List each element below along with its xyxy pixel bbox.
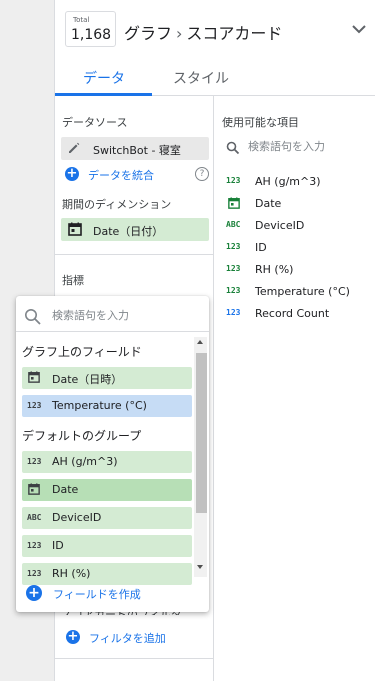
period-dimension-label: 期間のディメンション [62, 198, 172, 211]
dropdown-divider [16, 331, 209, 332]
available-field-name: RH (%) [255, 263, 294, 276]
plus-circle-icon: + [26, 585, 42, 601]
title-chart-type: スコアカード [186, 24, 283, 43]
number-type-icon: 123 [226, 242, 241, 251]
available-field-name: Date [255, 197, 282, 210]
available-field-item[interactable]: ABC DeviceID [226, 218, 375, 234]
chart-type-thumbnail[interactable]: Total 1,168 [65, 11, 116, 47]
scrollbar-thumb[interactable] [196, 353, 207, 513]
add-filter-label: フィルタを追加 [89, 632, 166, 645]
text-type-icon: ABC [27, 513, 42, 522]
tab-data[interactable]: データ [83, 68, 125, 88]
available-field-item[interactable]: 123 AH (g/m^3) [226, 174, 375, 190]
count-value: 1,168 [71, 27, 112, 43]
title-separator: › [176, 24, 183, 43]
blend-data-label: データを統合 [88, 169, 154, 182]
calendar-icon [228, 197, 240, 209]
dropdown-group-label: デフォルトのグループ [22, 429, 142, 443]
dropdown-field-item[interactable]: 123 RH (%) [22, 563, 192, 585]
tab-bar: データ スタイル [55, 60, 375, 96]
plus-circle-icon: + [66, 629, 80, 644]
dropdown-field-name: Date（日時） [52, 373, 123, 386]
create-field-button[interactable]: + フィールドを作成 [26, 584, 186, 604]
field-picker-search[interactable] [24, 308, 200, 326]
help-icon[interactable]: ? [195, 167, 209, 181]
section-divider [55, 254, 213, 255]
dropdown-group-label: グラフ上のフィールド [22, 345, 142, 359]
available-field-item[interactable]: Date [226, 196, 375, 212]
available-field-name: Temperature (°C) [255, 285, 350, 298]
section-divider [55, 658, 213, 659]
tab-style[interactable]: スタイル [173, 68, 229, 88]
dropdown-field-name: Date [52, 483, 79, 496]
dropdown-field-item[interactable]: Date（日時） [22, 367, 192, 389]
dropdown-field-item[interactable]: 123 AH (g/m^3) [22, 451, 192, 473]
available-field-name: DeviceID [255, 219, 305, 232]
pencil-icon[interactable] [67, 141, 81, 155]
number-type-icon: 123 [226, 176, 241, 185]
number-type-icon: 123 [27, 541, 42, 550]
dropdown-field-item[interactable]: 123 Temperature (°C) [22, 395, 192, 417]
panel-title: グラフ › スコアカード [124, 20, 282, 44]
metric-label: 指標 [62, 274, 84, 287]
available-field-item[interactable]: 123 Temperature (°C) [226, 284, 375, 300]
available-fields-search[interactable] [226, 140, 366, 156]
available-field-item[interactable]: 123 ID [226, 240, 375, 256]
available-field-item[interactable]: 123 Record Count [226, 306, 375, 322]
panel-header: Total 1,168 グラフ › スコアカード [55, 0, 375, 60]
datasource-name: SwitchBot - 寝室 [93, 144, 181, 157]
number-type-icon: 123 [226, 308, 241, 317]
text-type-icon: ABC [226, 220, 241, 229]
calendar-icon [28, 371, 40, 383]
datasource-label: データソース [62, 116, 128, 129]
available-field-name: AH (g/m^3) [255, 175, 321, 188]
search-icon [226, 141, 240, 155]
number-type-icon: 123 [226, 286, 241, 295]
number-type-icon: 123 [27, 569, 42, 578]
calendar-icon [28, 483, 40, 495]
available-field-name: Record Count [255, 307, 330, 320]
dropdown-field-name: AH (g/m^3) [52, 455, 118, 468]
number-type-icon: 123 [27, 457, 42, 466]
scroll-down-icon[interactable] [197, 565, 203, 569]
title-chart: グラフ [124, 24, 173, 43]
dropdown-field-name: RH (%) [52, 567, 91, 580]
dropdown-field-item[interactable]: ABC DeviceID [22, 507, 192, 529]
dropdown-field-name: Temperature (°C) [52, 399, 147, 412]
search-icon [25, 309, 41, 325]
number-type-icon: 123 [27, 401, 42, 410]
dropdown-field-item[interactable]: Date [22, 479, 192, 501]
add-filter-button[interactable]: + フィルタを追加 [66, 629, 186, 647]
create-field-label: フィールドを作成 [53, 588, 141, 601]
field-picker-dropdown: グラフ上のフィールド Date（日時） 123 Temperature (°C) デフォ… [16, 296, 209, 612]
period-dimension-chip[interactable]: Date（日付） [61, 218, 209, 241]
datasource-chip[interactable]: SwitchBot - 寝室 [61, 137, 209, 160]
chevron-down-icon[interactable] [350, 20, 368, 38]
dropdown-field-name: DeviceID [52, 511, 102, 524]
field-picker-search-input[interactable] [52, 309, 200, 322]
number-type-icon: 123 [226, 264, 241, 273]
period-dimension-value: Date（日付） [93, 225, 164, 238]
plus-circle-icon: + [65, 166, 79, 181]
calendar-icon [68, 222, 82, 236]
available-field-item[interactable]: 123 RH (%) [226, 262, 375, 278]
dropdown-field-item[interactable]: 123 ID [22, 535, 192, 557]
available-fields-search-input[interactable] [248, 140, 366, 153]
blend-data-button[interactable]: + データを統合 ? [65, 166, 210, 184]
scroll-up-icon[interactable] [197, 340, 203, 344]
available-fields-label: 使用可能な項目 [222, 116, 299, 129]
count-label: Total [73, 16, 90, 24]
available-fields-column: 使用可能な項目 123 AH (g/m^3) Date ABC DeviceID 123 I… [214, 96, 375, 681]
available-field-name: ID [255, 241, 267, 254]
dropdown-field-name: ID [52, 539, 64, 552]
